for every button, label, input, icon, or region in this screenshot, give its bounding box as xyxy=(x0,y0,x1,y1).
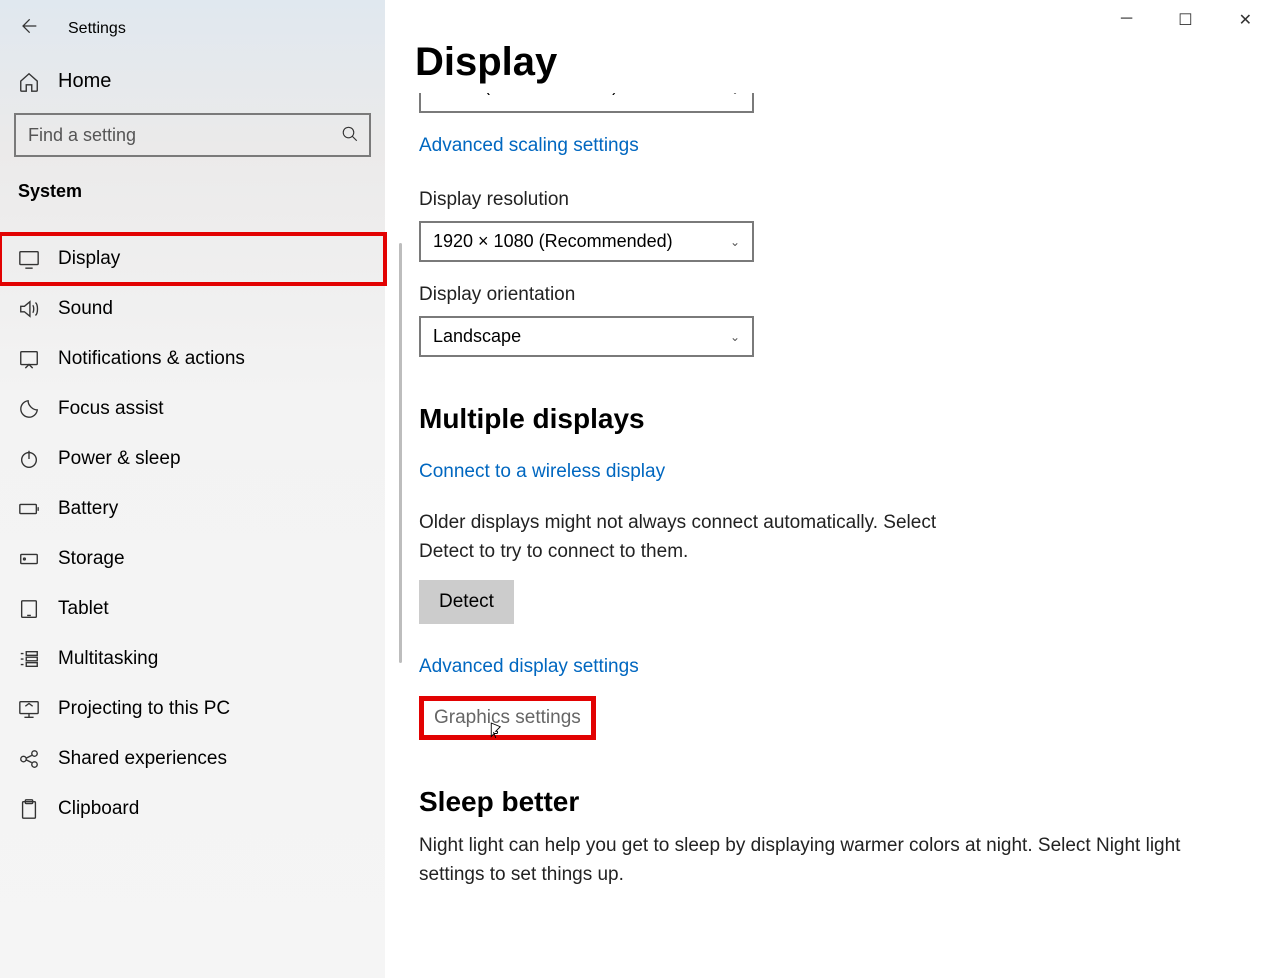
power-icon xyxy=(18,448,40,470)
nav-item-power-sleep[interactable]: Power & sleep xyxy=(0,434,385,484)
display-icon xyxy=(18,248,40,270)
nav-home[interactable]: Home xyxy=(0,60,385,113)
minimize-button[interactable]: ─ xyxy=(1113,6,1140,34)
search-icon xyxy=(341,125,359,148)
graphics-settings-link[interactable]: Graphics settings xyxy=(434,707,581,728)
resolution-label: Display resolution xyxy=(419,189,1242,211)
sleep-better-text: Night light can help you get to sleep by… xyxy=(419,832,1209,889)
storage-icon xyxy=(18,548,40,570)
sidebar: Settings Home System Display Sound Notif… xyxy=(0,0,385,978)
maximize-button[interactable]: ☐ xyxy=(1170,6,1200,34)
back-button[interactable] xyxy=(18,16,38,42)
scale-dropdown[interactable]: 125% (Recommended) ⌄ xyxy=(419,93,754,113)
nav-item-label: Multitasking xyxy=(58,648,158,670)
notifications-icon xyxy=(18,348,40,370)
older-displays-text: Older displays might not always connect … xyxy=(419,509,939,566)
close-button[interactable]: ✕ xyxy=(1231,6,1260,34)
nav-item-label: Shared experiences xyxy=(58,748,227,770)
nav-item-display[interactable]: Display xyxy=(0,234,385,284)
shared-icon xyxy=(18,748,40,770)
battery-icon xyxy=(18,498,40,520)
focus-assist-icon xyxy=(18,398,40,420)
search-input[interactable] xyxy=(14,113,371,157)
connect-wireless-link[interactable]: Connect to a wireless display xyxy=(419,461,665,483)
nav-item-multitasking[interactable]: Multitasking xyxy=(0,634,385,684)
tablet-icon xyxy=(18,598,40,620)
orientation-dropdown[interactable]: Landscape ⌄ xyxy=(419,316,754,357)
nav-item-label: Power & sleep xyxy=(58,448,181,470)
projecting-icon xyxy=(18,698,40,720)
resolution-value: 1920 × 1080 (Recommended) xyxy=(433,231,673,252)
nav-item-projecting[interactable]: Projecting to this PC xyxy=(0,684,385,734)
category-header: System xyxy=(0,179,385,220)
nav-item-clipboard[interactable]: Clipboard xyxy=(0,784,385,834)
advanced-scaling-link[interactable]: Advanced scaling settings xyxy=(419,135,639,157)
orientation-label: Display orientation xyxy=(419,284,1242,306)
nav-item-label: Storage xyxy=(58,548,125,570)
nav-item-focus-assist[interactable]: Focus assist xyxy=(0,384,385,434)
nav-item-label: Display xyxy=(58,248,120,270)
sleep-better-header: Sleep better xyxy=(419,786,1242,818)
detect-button[interactable]: Detect xyxy=(419,580,514,624)
nav-item-label: Notifications & actions xyxy=(58,348,245,370)
window-controls: ─ ☐ ✕ xyxy=(1113,6,1260,34)
orientation-value: Landscape xyxy=(433,326,521,347)
nav-item-storage[interactable]: Storage xyxy=(0,534,385,584)
chevron-down-icon: ⌄ xyxy=(730,330,740,344)
nav-item-notifications[interactable]: Notifications & actions xyxy=(0,334,385,384)
multitasking-icon xyxy=(18,648,40,670)
nav-item-label: Sound xyxy=(58,298,113,320)
main-content: ─ ☐ ✕ Display 125% (Recommended) ⌄ Advan… xyxy=(385,0,1272,978)
multiple-displays-header: Multiple displays xyxy=(419,403,1242,435)
highlight-graphics-settings: Graphics settings xyxy=(419,696,596,740)
chevron-down-icon: ⌄ xyxy=(730,93,740,97)
nav-item-label: Battery xyxy=(58,498,118,520)
nav-item-tablet[interactable]: Tablet xyxy=(0,584,385,634)
advanced-display-link[interactable]: Advanced display settings xyxy=(419,656,639,678)
nav-item-sound[interactable]: Sound xyxy=(0,284,385,334)
sound-icon xyxy=(18,298,40,320)
nav-item-label: Tablet xyxy=(58,598,109,620)
clipboard-icon xyxy=(18,798,40,820)
scrollbar[interactable] xyxy=(399,243,402,663)
nav-item-shared-experiences[interactable]: Shared experiences xyxy=(0,734,385,784)
chevron-down-icon: ⌄ xyxy=(730,235,740,249)
scale-value: 125% (Recommended) xyxy=(433,93,618,96)
home-icon xyxy=(18,71,40,93)
nav-item-label: Projecting to this PC xyxy=(58,698,230,720)
nav-item-label: Focus assist xyxy=(58,398,164,420)
nav-home-label: Home xyxy=(58,70,111,93)
nav-item-label: Clipboard xyxy=(58,798,139,820)
nav-item-battery[interactable]: Battery xyxy=(0,484,385,534)
window-title: Settings xyxy=(68,20,126,38)
resolution-dropdown[interactable]: 1920 × 1080 (Recommended) ⌄ xyxy=(419,221,754,262)
